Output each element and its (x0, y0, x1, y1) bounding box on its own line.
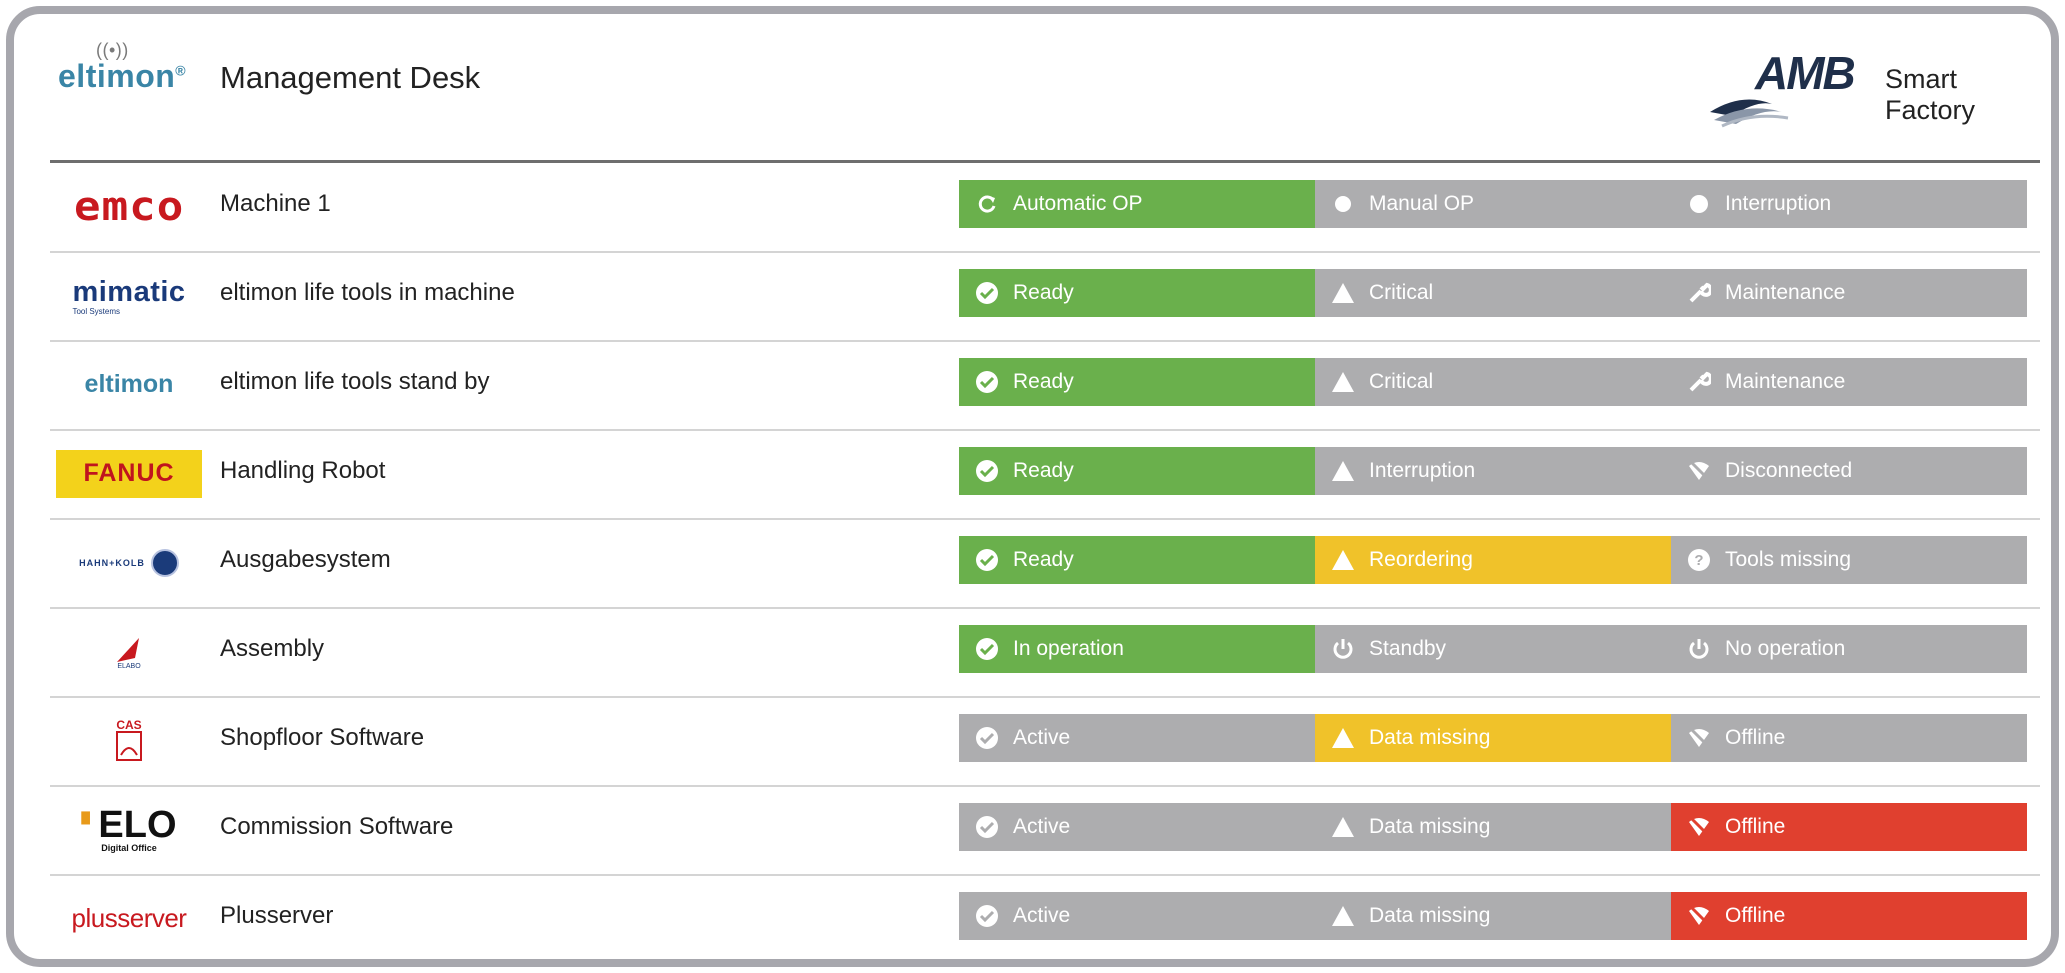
warning-icon (1331, 370, 1355, 394)
svg-text:ELABO: ELABO (117, 663, 141, 670)
power-icon (1331, 637, 1355, 661)
elo-tick-icon: ▘ (81, 811, 99, 837)
check-circle-icon (975, 637, 999, 661)
elabo-logo-icon: ELABO (117, 637, 141, 670)
table-row: eltimon eltimon life tools stand by Read… (50, 340, 2040, 431)
elabo-logo: ELABO (50, 607, 208, 696)
status-active[interactable]: Active (959, 714, 1315, 762)
cas-logo-icon: CAS (116, 718, 142, 761)
status-reordering[interactable]: Reordering (1315, 536, 1671, 584)
warning-icon (1331, 459, 1355, 483)
status-ready[interactable]: Ready (959, 447, 1315, 495)
page-title: Management Desk (220, 60, 481, 95)
status-offline[interactable]: Offline (1671, 714, 2027, 762)
status-in-operation[interactable]: In operation (959, 625, 1315, 673)
row-name: Assembly (220, 635, 325, 662)
svg-text:?: ? (1694, 552, 1703, 569)
status-no-operation[interactable]: No operation (1671, 625, 2027, 673)
table-row: FANUC Handling Robot Ready Interruption … (50, 429, 2040, 520)
check-circle-icon (975, 281, 999, 305)
fanuc-logo: FANUC (50, 429, 208, 518)
status-maintenance[interactable]: Maintenance (1671, 358, 2027, 406)
dot-icon (1687, 192, 1711, 216)
wifi-off-icon (1687, 459, 1711, 483)
emco-logo: emco (73, 183, 185, 230)
status-active[interactable]: Active (959, 803, 1315, 851)
status-critical[interactable]: Critical (1315, 269, 1671, 317)
check-circle-icon (975, 726, 999, 750)
row-name: Ausgabesystem (220, 546, 391, 573)
cas-logo: CAS (50, 696, 208, 785)
eltimon-logo: ((•)) eltimon® (58, 40, 187, 95)
row-name: Shopfloor Software (220, 724, 425, 751)
status-critical[interactable]: Critical (1315, 358, 1671, 406)
status-ready[interactable]: Ready (959, 536, 1315, 584)
status-automatic-op[interactable]: Automatic OP (959, 180, 1315, 228)
warning-icon (1331, 815, 1355, 839)
elo-logo: ▘ELO Digital Office (81, 803, 177, 853)
hahn-kolb-emblem-icon (150, 548, 179, 577)
mimatic-logo: mimatic Tool Systems (72, 275, 186, 316)
warning-icon (1331, 281, 1355, 305)
status-manual-op[interactable]: Manual OP (1315, 180, 1671, 228)
status-ready[interactable]: Ready (959, 269, 1315, 317)
check-circle-icon (975, 815, 999, 839)
status-data-missing[interactable]: Data missing (1315, 803, 1671, 851)
row-name: Plusserver (220, 902, 334, 929)
status-disconnected[interactable]: Disconnected (1671, 447, 2027, 495)
table-row: ELABO Assembly In operation Standby No o… (50, 607, 2040, 698)
dot-icon (1331, 192, 1355, 216)
table-row: ▘ELO Digital Office Commission Software A… (50, 785, 2040, 876)
plusserver-logo: plusserver (71, 903, 187, 933)
status-standby[interactable]: Standby (1315, 625, 1671, 673)
status-interruption[interactable]: Interruption (1671, 180, 2027, 228)
dashboard-frame: ((•)) eltimon® Management Desk AMB Smart… (6, 6, 2059, 967)
wrench-icon (1687, 370, 1711, 394)
refresh-icon (975, 192, 999, 216)
status-data-missing[interactable]: Data missing (1315, 714, 1671, 762)
wifi-icon: ((•)) (96, 40, 129, 60)
row-name: eltimon life tools stand by (220, 368, 490, 395)
check-circle-icon (975, 459, 999, 483)
check-circle-icon (975, 904, 999, 928)
partner-text: Smart Factory (1885, 64, 1976, 125)
row-name: Machine 1 (220, 190, 331, 217)
power-icon (1687, 637, 1711, 661)
status-interruption[interactable]: Interruption (1315, 447, 1671, 495)
warning-icon (1331, 904, 1355, 928)
hahn-kolb-logo: HAHN+KOLB (50, 518, 208, 607)
status-data-missing[interactable]: Data missing (1315, 892, 1671, 940)
table-row: HAHN+KOLB Ausgabesystem Ready Reordering… (50, 518, 2040, 609)
status-offline[interactable]: Offline (1671, 803, 2027, 851)
table-row: emco Machine 1 Automatic OP Manual OP In… (50, 162, 2040, 253)
status-active[interactable]: Active (959, 892, 1315, 940)
row-name: eltimon life tools in machine (220, 279, 515, 306)
brand-name: eltimon (58, 58, 176, 94)
wifi-off-icon (1687, 815, 1711, 839)
header: ((•)) eltimon® Management Desk AMB Smart… (50, 14, 2040, 163)
wifi-off-icon (1687, 904, 1711, 928)
status-tools-missing[interactable]: ? Tools missing (1671, 536, 2027, 584)
amb-logo: AMB (1755, 47, 1856, 99)
eltimon-small-logo: eltimon (84, 370, 174, 398)
question-circle-icon: ? (1687, 548, 1711, 572)
check-circle-icon (975, 548, 999, 572)
wifi-off-icon (1687, 726, 1711, 750)
svg-text:CAS: CAS (116, 718, 141, 732)
status-ready[interactable]: Ready (959, 358, 1315, 406)
table-row: CAS Shopfloor Software Active Data missi… (50, 696, 2040, 787)
table-row: mimatic Tool Systems eltimon life tools i… (50, 251, 2040, 342)
warning-icon (1331, 726, 1355, 750)
table-row: plusserver Plusserver Active Data missin… (50, 874, 2040, 959)
registered-mark: ® (175, 62, 187, 79)
row-name: Handling Robot (220, 457, 386, 484)
wrench-icon (1687, 281, 1711, 305)
warning-icon (1331, 548, 1355, 572)
row-name: Commission Software (220, 813, 454, 840)
check-circle-icon (975, 370, 999, 394)
status-offline[interactable]: Offline (1671, 892, 2027, 940)
status-maintenance[interactable]: Maintenance (1671, 269, 2027, 317)
